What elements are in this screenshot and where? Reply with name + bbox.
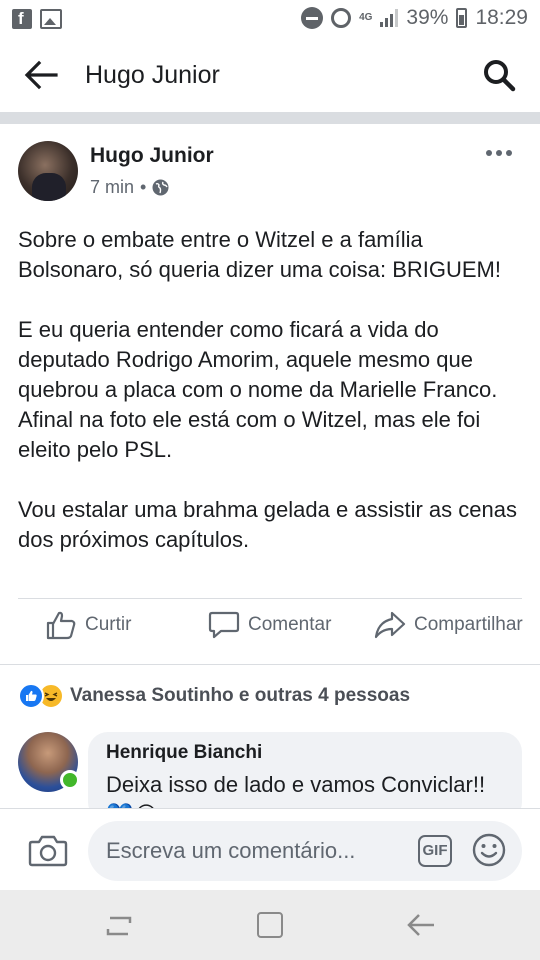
clock: 18:29 (475, 6, 528, 29)
thumbs-up-icon (46, 611, 76, 640)
reactions-divider (0, 664, 540, 665)
like-label: Curtir (85, 614, 132, 635)
search-icon[interactable] (482, 58, 516, 92)
reactions-summary[interactable]: Vanessa Soutinho e outras 4 pessoas (18, 682, 410, 710)
post-author[interactable]: Hugo Junior (90, 144, 214, 168)
post-paragraph: Sobre o embate entre o Witzel e a famíli… (18, 227, 501, 282)
gif-icon[interactable]: GIF (418, 835, 452, 867)
alarm-icon (331, 8, 352, 28)
comment-author[interactable]: Henrique Bianchi (106, 742, 262, 764)
post-paragraph: Vou estalar uma brahma gelada e assistir… (18, 497, 517, 552)
header-divider (0, 112, 540, 124)
like-button[interactable]: Curtir (45, 610, 131, 640)
facebook-icon (12, 9, 32, 29)
post-actions: Curtir Comentar Compartilhar (0, 610, 540, 654)
comment-input-placeholder: Escreva um comentário... (106, 838, 356, 863)
comment-composer: Escreva um comentário... GIF (0, 808, 540, 890)
battery-icon (456, 8, 468, 28)
arrow-left-icon[interactable] (24, 60, 58, 90)
camera-icon[interactable] (28, 833, 68, 867)
post-meta: 7 min • (90, 177, 169, 198)
nav-back-icon[interactable] (406, 912, 436, 938)
dnd-icon (301, 7, 324, 29)
signal-icon (380, 9, 399, 27)
post-time[interactable]: 7 min (90, 177, 134, 198)
gallery-icon (40, 9, 62, 29)
network-type: 4G (359, 12, 373, 23)
comment-button[interactable]: Comentar (208, 610, 331, 640)
more-options-icon[interactable] (486, 150, 512, 158)
app-header: Hugo Junior (0, 38, 540, 112)
share-icon (374, 611, 406, 639)
status-indicators: 4G 39% 18:29 (301, 6, 528, 30)
meta-separator: • (140, 177, 147, 197)
reactions-text: Vanessa Soutinho e outras 4 pessoas (70, 685, 411, 706)
status-notifications (12, 9, 62, 29)
online-status-dot (60, 770, 80, 790)
comment-input[interactable]: Escreva um comentário... GIF (88, 821, 522, 881)
like-reaction-icon (18, 683, 44, 709)
home-icon[interactable] (257, 912, 283, 938)
comment-label: Comentar (248, 614, 332, 635)
post-paragraph: E eu queria entender como ficará a vida … (18, 317, 498, 462)
comment-icon (208, 611, 240, 639)
recents-icon[interactable] (104, 914, 134, 938)
globe-icon (152, 179, 169, 196)
share-label: Compartilhar (414, 614, 523, 635)
author-avatar[interactable] (18, 141, 78, 201)
page-title: Hugo Junior (85, 61, 220, 89)
battery-percent: 39% (406, 6, 449, 29)
status-bar: 4G 39% 18:29 (0, 0, 540, 38)
emoji-icon[interactable] (472, 833, 506, 867)
actions-divider (18, 598, 522, 599)
post-text: Sobre o embate entre o Witzel e a famíli… (18, 225, 522, 555)
share-button[interactable]: Compartilhar (374, 610, 523, 640)
system-navigation-bar (0, 890, 540, 960)
